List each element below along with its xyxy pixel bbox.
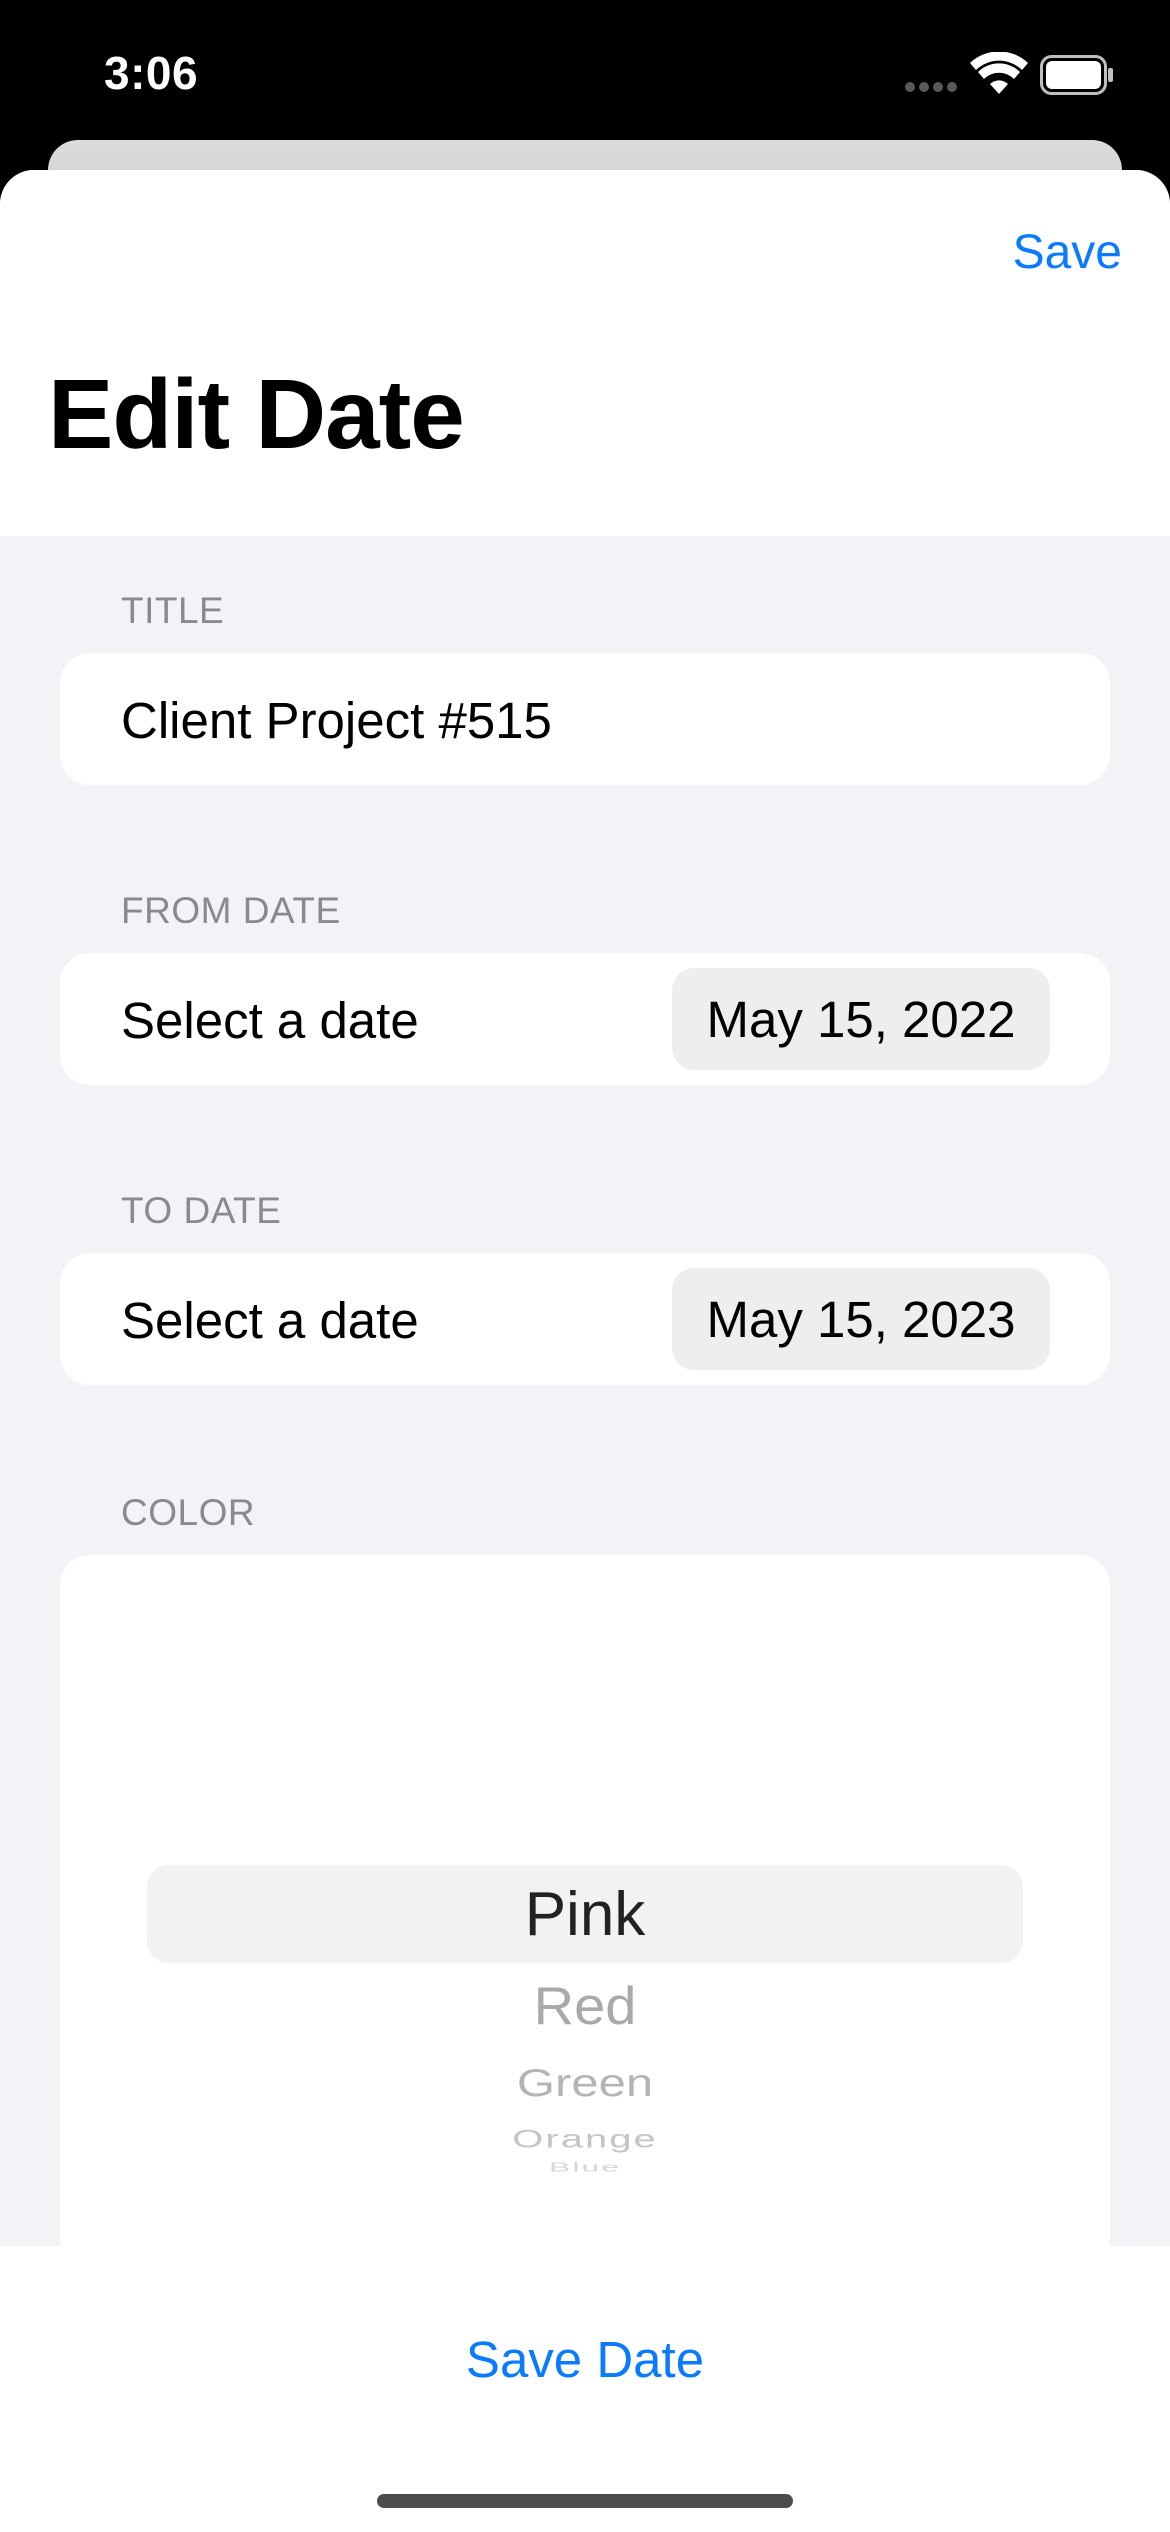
from-date-row: Select a date May 15, 2022 [60,953,1110,1085]
title-field-group: Client Project #515 [60,653,1110,785]
from-date-section-header: FROM DATE [121,890,341,931]
home-indicator[interactable] [377,2494,793,2508]
from-date-label: Select a date [121,992,419,1049]
to-date-label: Select a date [121,1292,419,1349]
status-bar: 3:06 [0,0,1170,140]
to-date-row: Select a date May 15, 2023 [60,1253,1110,1385]
save-date-button[interactable]: Save Date [0,2330,1170,2389]
title-section-header: TITLE [121,590,225,631]
color-section-header: COLOR [121,1492,256,1533]
edit-date-sheet: Save Edit Date TITLE Client Project #515… [0,170,1170,2532]
picker-item-blue[interactable]: Blue [60,2160,1110,2175]
bottom-toolbar: Save Date [0,2246,1170,2532]
picker-item-orange[interactable]: Orange [60,2126,1110,2154]
status-time: 3:06 [104,47,199,99]
page-title: Edit Date [48,359,465,469]
screen: 3:06 Save Edit Date TITLE Client Project… [0,0,1170,2532]
title-field[interactable]: Client Project #515 [121,691,552,750]
picker-item-green[interactable]: Green [60,2061,1110,2106]
signal-icon [905,62,961,92]
battery-icon [1040,55,1113,95]
sheet-header: Save Edit Date [0,170,1170,536]
to-date-section-header: TO DATE [121,1190,282,1231]
picker-item-red[interactable]: Red [60,1975,1110,2037]
picker-item-pink[interactable]: Pink [60,1879,1110,1950]
save-button[interactable]: Save [1013,225,1122,280]
to-date-picker-button[interactable]: May 15, 2023 [672,1268,1050,1370]
from-date-picker-button[interactable]: May 15, 2022 [672,968,1050,1070]
wifi-icon [970,52,1028,94]
